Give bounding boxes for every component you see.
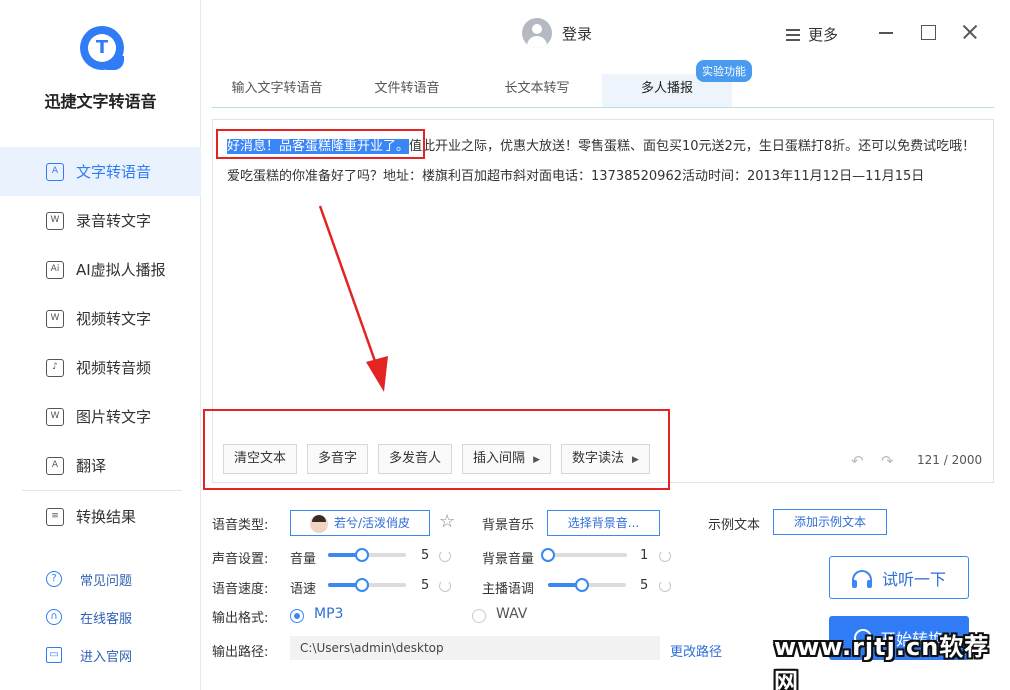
sidebar-item-label: 视频转文字 — [76, 310, 152, 328]
login-button[interactable]: 登录 — [522, 18, 592, 48]
bg-volume-value: 1 — [640, 548, 649, 563]
select-bgm-button[interactable]: 选择背景音... — [547, 510, 660, 536]
reset-bg-volume-icon[interactable] — [659, 550, 671, 562]
annotation-box-toolbar — [203, 409, 670, 490]
change-path-link[interactable]: 更改路径 — [670, 641, 722, 660]
mp3-radio[interactable] — [290, 609, 304, 623]
mode-tabs: 输入文字转语音 文件转语音 长文本转写 多人播报 — [212, 74, 994, 108]
output-path-label: 输出路径: — [212, 645, 269, 660]
close-button[interactable] — [960, 22, 980, 42]
sidebar-item-text-to-speech[interactable]: A 文字转语音 — [0, 147, 201, 196]
tab-long-text[interactable]: 长文本转写 — [472, 74, 602, 107]
tone-value: 5 — [640, 578, 649, 593]
sidebar-divider — [22, 490, 182, 491]
listen-label: 试听一下 — [881, 569, 946, 589]
translate-icon: A — [46, 456, 64, 475]
video-audio-icon: ♪ — [46, 358, 64, 377]
preview-listen-button[interactable]: 试听一下 — [829, 556, 969, 599]
bgm-label: 背景音乐 — [482, 518, 535, 533]
website-icon: ▭ — [46, 647, 62, 663]
user-avatar-icon — [522, 18, 552, 48]
star-icon[interactable]: ☆ — [439, 511, 455, 532]
help-links: ? 常见问题 ∩ 在线客服 ▭ 进入官网 — [46, 560, 132, 674]
headphones-icon — [851, 569, 872, 588]
menu-icon — [786, 28, 800, 41]
sample-text-label: 示例文本 — [708, 518, 761, 533]
website-link[interactable]: ▭ 进入官网 — [46, 636, 132, 674]
tab-input-text[interactable]: 输入文字转语音 — [212, 74, 342, 107]
sidebar-item-video-to-text[interactable]: W 视频转文字 — [0, 294, 201, 343]
wav-label: WAV — [496, 606, 528, 622]
volume-value: 5 — [421, 548, 430, 563]
voice-type-label: 语音类型: — [212, 518, 269, 533]
sidebar-item-label: AI虚拟人播报 — [76, 261, 166, 279]
annotation-box-text — [216, 129, 425, 159]
tone-label: 主播语调 — [482, 582, 535, 597]
wav-radio[interactable] — [472, 609, 486, 623]
faq-label: 常见问题 — [80, 573, 133, 589]
volume-label: 音量 — [290, 552, 317, 567]
headset-icon: ∩ — [46, 609, 62, 625]
mp3-label: MP3 — [314, 606, 344, 622]
rate-value: 5 — [421, 578, 430, 593]
sidebar-nav: A 文字转语音 W 录音转文字 Ai AI虚拟人播报 W 视频转文字 ♪ 视频转… — [0, 147, 201, 490]
app-title: 迅捷文字转语音 — [44, 92, 157, 111]
rate-slider[interactable] — [328, 578, 406, 592]
undo-icon[interactable]: ↶ — [851, 452, 864, 470]
sidebar-item-video-to-audio[interactable]: ♪ 视频转音频 — [0, 343, 201, 392]
sidebar-item-results[interactable]: ≡ 转换结果 — [0, 492, 201, 541]
add-sample-button[interactable]: 添加示例文本 — [773, 509, 887, 535]
website-label: 进入官网 — [80, 649, 133, 665]
sidebar-item-recording-to-text[interactable]: W 录音转文字 — [0, 196, 201, 245]
more-label: 更多 — [808, 26, 839, 44]
voice-select-button[interactable]: 若兮/活泼俏皮 — [290, 510, 430, 536]
sidebar: T 迅捷文字转语音 A 文字转语音 W 录音转文字 Ai AI虚拟人播报 W 视… — [0, 0, 201, 690]
result-icon: ≡ — [46, 507, 64, 526]
recording-icon: W — [46, 211, 64, 230]
online-support-link[interactable]: ∩ 在线客服 — [46, 598, 132, 636]
question-icon: ? — [46, 571, 62, 587]
tab-file-to-speech[interactable]: 文件转语音 — [342, 74, 472, 107]
redo-icon[interactable]: ↷ — [881, 452, 894, 470]
sidebar-item-translate[interactable]: A 翻译 — [0, 441, 201, 490]
volume-slider[interactable] — [328, 548, 406, 562]
video-text-icon: W — [46, 309, 64, 328]
sidebar-item-label: 转换结果 — [76, 508, 137, 526]
sidebar-item-image-to-text[interactable]: W 图片转文字 — [0, 392, 201, 441]
char-count: 121 / 2000 — [917, 453, 983, 467]
minimize-button[interactable] — [876, 22, 896, 42]
login-label: 登录 — [562, 24, 593, 43]
faq-link[interactable]: ? 常见问题 — [46, 560, 132, 598]
tone-slider[interactable] — [548, 578, 626, 592]
voice-avatar-icon — [309, 514, 328, 533]
sidebar-item-label: 录音转文字 — [76, 212, 152, 230]
app-logo-icon: T — [80, 26, 124, 70]
speech-speed-label: 语音速度: — [212, 582, 269, 597]
voice-name: 若兮/活泼俏皮 — [333, 516, 411, 530]
sound-settings-label: 声音设置: — [212, 552, 269, 567]
reset-volume-icon[interactable] — [439, 550, 451, 562]
more-menu-button[interactable]: 更多 — [786, 24, 838, 45]
output-path-field[interactable]: C:\Users\admin\desktop — [290, 636, 660, 660]
sidebar-item-label: 图片转文字 — [76, 408, 152, 426]
rate-label: 语速 — [290, 582, 317, 597]
support-label: 在线客服 — [80, 611, 133, 627]
sidebar-item-ai-avatar[interactable]: Ai AI虚拟人播报 — [0, 245, 201, 294]
sidebar-item-label: 视频转音频 — [76, 359, 152, 377]
avatar-broadcast-icon: Ai — [46, 260, 64, 279]
experimental-badge: 实验功能 — [696, 60, 752, 82]
sidebar-item-label: 翻译 — [76, 457, 107, 475]
output-format-label: 输出格式: — [212, 611, 269, 626]
maximize-button[interactable] — [918, 22, 938, 42]
reset-tone-icon[interactable] — [659, 580, 671, 592]
watermark: www.rjtj.cn软荐网 — [774, 633, 990, 690]
bg-volume-slider[interactable] — [541, 548, 627, 562]
bg-volume-label: 背景音量 — [482, 552, 535, 567]
sidebar-item-label: 文字转语音 — [76, 163, 152, 181]
reset-rate-icon[interactable] — [439, 580, 451, 592]
image-text-icon: W — [46, 407, 64, 426]
text-to-speech-icon: A — [46, 162, 64, 181]
